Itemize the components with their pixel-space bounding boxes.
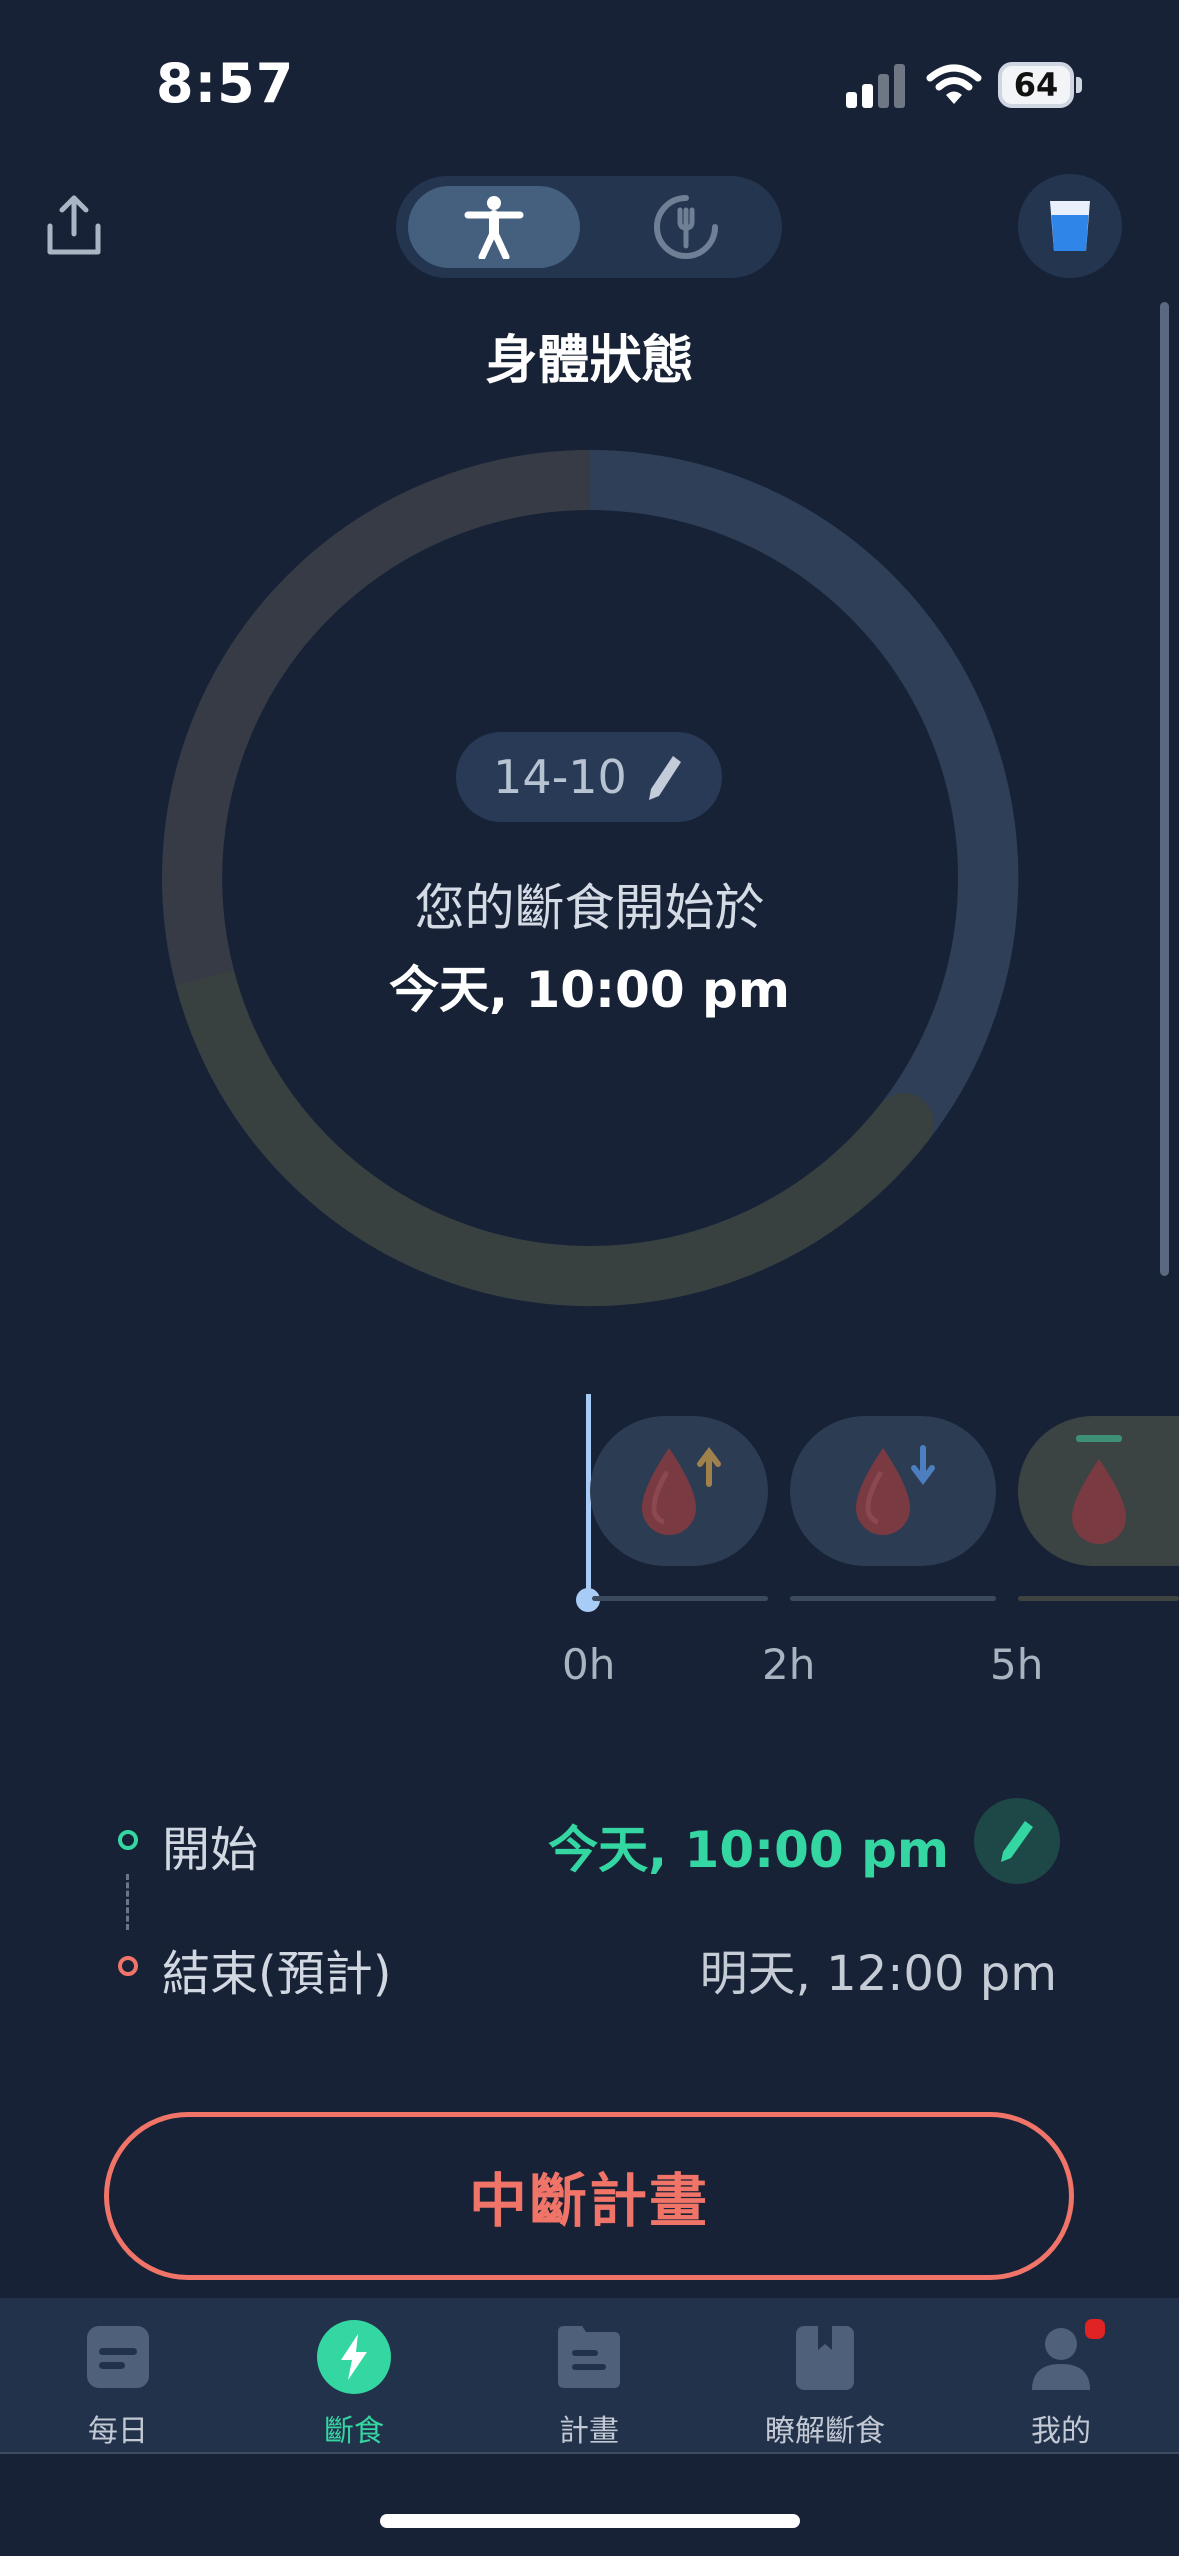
body-status-tab[interactable] — [408, 186, 580, 268]
scrollbar[interactable] — [1160, 302, 1169, 1276]
start-dot — [118, 1830, 138, 1850]
plan-pill[interactable]: 14-10 — [456, 732, 722, 822]
home-indicator[interactable] — [380, 2514, 800, 2528]
meal-timer-tab[interactable] — [602, 186, 770, 268]
pencil-icon — [648, 756, 681, 800]
tab-fasting[interactable]: 斷食 — [274, 2320, 434, 2450]
ring-segment-olive — [175, 948, 934, 1307]
tab-daily-label: 每日 — [88, 2414, 148, 2449]
break-plan-button[interactable]: 中斷計畫 — [104, 2112, 1074, 2280]
timeline-label-0h: 0h — [562, 1640, 616, 1689]
tab-learn[interactable]: 瞭解斷食 — [745, 2320, 905, 2450]
stage-blood-sugar-falling[interactable] — [790, 1416, 996, 1566]
end-value: 明天, 12:00 pm — [699, 1946, 1057, 2002]
pencil-icon — [1001, 1821, 1033, 1862]
tab-plan[interactable]: 計畫 — [509, 2320, 669, 2450]
blood-sugar-stable-icon — [1071, 1435, 1126, 1544]
wifi-icon — [926, 64, 982, 104]
edit-start-button[interactable] — [974, 1798, 1060, 1884]
timeline-track-3 — [1018, 1596, 1179, 1601]
plan-label: 14-10 — [493, 750, 627, 804]
person-icon — [464, 196, 524, 259]
fast-start-time: 今天, 10:00 pm — [389, 961, 790, 1019]
fast-start-caption: 您的斷食開始於 — [414, 879, 765, 937]
bolt-icon — [317, 2320, 391, 2394]
share-icon — [47, 195, 101, 255]
plan-icon — [558, 2326, 620, 2388]
notification-badge — [1082, 2316, 1108, 2342]
end-label: 結束(預計) — [162, 1946, 392, 2002]
blood-sugar-up-icon — [642, 1447, 721, 1535]
battery-indicator: 64 — [998, 62, 1074, 108]
start-value[interactable]: 今天, 10:00 pm — [548, 1810, 949, 1882]
stage-blood-sugar-rising[interactable] — [590, 1416, 768, 1566]
water-button[interactable] — [1018, 174, 1122, 278]
end-dot — [118, 1956, 138, 1976]
cellular-signal-icon — [846, 64, 906, 108]
tab-plan-label: 計畫 — [559, 2414, 619, 2449]
timeline-track-1 — [592, 1596, 768, 1601]
fork-clock-icon — [654, 195, 718, 259]
tab-profile[interactable]: 我的 — [981, 2320, 1141, 2450]
water-glass-icon — [1050, 201, 1090, 251]
tab-learn-label: 瞭解斷食 — [765, 2414, 885, 2449]
stage-blood-sugar-stable[interactable] — [1018, 1416, 1179, 1566]
start-label: 開始 — [162, 1822, 259, 1878]
tab-fasting-label: 斷食 — [324, 2414, 384, 2449]
timeline-track-2 — [790, 1596, 996, 1601]
status-time: 8:57 — [156, 52, 295, 115]
tab-profile-label: 我的 — [1031, 2414, 1091, 2449]
bookmark-icon — [796, 2326, 854, 2390]
page-title: 身體狀態 — [485, 331, 694, 391]
tab-daily[interactable]: 每日 — [38, 2320, 198, 2450]
timeline-label-5h: 5h — [990, 1640, 1044, 1689]
schedule-connector — [126, 1874, 129, 1930]
battery-tip — [1076, 77, 1082, 93]
daily-icon — [87, 2326, 149, 2388]
timeline-label-2h: 2h — [762, 1640, 816, 1689]
share-button[interactable] — [36, 188, 112, 264]
blood-sugar-down-icon — [856, 1445, 935, 1535]
